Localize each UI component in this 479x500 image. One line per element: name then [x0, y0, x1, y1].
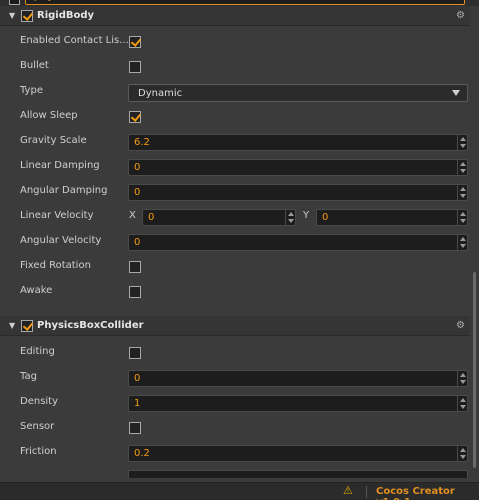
linear-damping-input[interactable]: 0 — [128, 159, 468, 176]
tag-value: 0 — [134, 373, 141, 384]
chevron-down-icon — [452, 90, 460, 96]
angular-velocity-value: 0 — [134, 237, 141, 248]
triangle-down-icon[interactable]: ▼ — [9, 11, 15, 20]
bullet-checkbox[interactable] — [129, 61, 141, 73]
angular-damping-label: Angular Damping — [20, 185, 108, 196]
row-type: Type Dynamic — [0, 80, 470, 105]
friction-stepper[interactable] — [457, 446, 467, 461]
warning-icon[interactable]: ⚠ — [343, 484, 353, 497]
next-field-partial[interactable] — [128, 470, 468, 478]
density-label: Density — [20, 396, 59, 407]
boxcollider-header[interactable]: ▼ PhysicsBoxCollider ⚙ — [0, 316, 470, 336]
node-name-input[interactable]: player — [25, 0, 465, 5]
enabled-contact-label: Enabled Contact Lis... — [20, 35, 129, 46]
enabled-contact-checkbox[interactable] — [129, 36, 141, 48]
density-stepper[interactable] — [457, 396, 467, 411]
editing-checkbox[interactable] — [129, 347, 141, 359]
row-angular-velocity: Angular Velocity 0 — [0, 230, 470, 255]
row-density: Density 1 — [0, 391, 470, 416]
linear-damping-value: 0 — [134, 162, 141, 173]
app-version-label: Cocos Creator v1.9.1 — [376, 486, 455, 500]
rigidbody-title: RigidBody — [37, 10, 95, 21]
linear-damping-stepper[interactable] — [457, 160, 467, 175]
row-sensor: Sensor — [0, 416, 470, 441]
node-active-checkbox[interactable] — [9, 0, 20, 5]
angular-damping-stepper[interactable] — [457, 185, 467, 200]
type-label: Type — [20, 85, 43, 96]
allow-sleep-checkbox[interactable] — [129, 111, 141, 123]
angular-velocity-label: Angular Velocity — [20, 235, 102, 246]
friction-input[interactable]: 0.2 — [128, 445, 468, 462]
fixed-rotation-label: Fixed Rotation — [20, 260, 91, 271]
linear-velocity-x-value: 0 — [148, 212, 155, 223]
row-allow-sleep: Allow Sleep — [0, 105, 470, 130]
linear-velocity-y-value: 0 — [322, 212, 329, 223]
row-fixed-rotation: Fixed Rotation — [0, 255, 470, 280]
density-input[interactable]: 1 — [128, 395, 468, 412]
awake-checkbox[interactable] — [129, 286, 141, 298]
row-friction: Friction 0.2 — [0, 441, 470, 466]
tag-label: Tag — [20, 371, 37, 382]
rigidbody-header[interactable]: ▼ RigidBody ⚙ — [0, 6, 470, 26]
editing-label: Editing — [20, 346, 55, 357]
allow-sleep-label: Allow Sleep — [20, 110, 78, 121]
awake-label: Awake — [20, 285, 53, 296]
node-name-value: player — [34, 0, 62, 2]
gear-icon[interactable]: ⚙ — [456, 320, 465, 331]
linear-velocity-y-input[interactable]: 0 — [316, 209, 468, 226]
gravity-scale-label: Gravity Scale — [20, 135, 87, 146]
fixed-rotation-checkbox[interactable] — [129, 261, 141, 273]
boxcollider-title: PhysicsBoxCollider — [37, 320, 144, 331]
type-select[interactable]: Dynamic — [128, 84, 468, 102]
linear-velocity-y-stepper[interactable] — [457, 210, 467, 225]
angular-velocity-input[interactable]: 0 — [128, 234, 468, 251]
linear-velocity-label: Linear Velocity — [20, 210, 94, 221]
gear-icon[interactable]: ⚙ — [456, 10, 465, 21]
status-bar: ⚠ Cocos Creator v1.9.1 — [0, 482, 479, 500]
row-gravity-scale: Gravity Scale 6.2 — [0, 130, 470, 155]
row-awake: Awake — [0, 280, 470, 305]
tag-input[interactable]: 0 — [128, 370, 468, 387]
bullet-label: Bullet — [20, 60, 49, 71]
row-bullet: Bullet — [0, 55, 470, 80]
linear-velocity-x-stepper[interactable] — [285, 210, 295, 225]
row-linear-damping: Linear Damping 0 — [0, 155, 470, 180]
row-editing: Editing — [0, 341, 470, 366]
linear-velocity-x-input[interactable]: 0 — [142, 209, 296, 226]
density-value: 1 — [134, 398, 141, 409]
row-linear-velocity: Linear Velocity X 0 Y 0 — [0, 205, 470, 230]
friction-label: Friction — [20, 446, 57, 457]
row-angular-damping: Angular Damping 0 — [0, 180, 470, 205]
triangle-down-icon[interactable]: ▼ — [9, 321, 15, 330]
linear-velocity-x-label: X — [129, 210, 136, 221]
angular-damping-value: 0 — [134, 187, 141, 198]
gravity-scale-value: 6.2 — [134, 137, 150, 148]
rigidbody-enabled-checkbox[interactable] — [21, 10, 33, 22]
scrollbar-thumb[interactable] — [473, 272, 476, 468]
gravity-scale-stepper[interactable] — [457, 135, 467, 150]
linear-damping-label: Linear Damping — [20, 160, 100, 171]
tag-stepper[interactable] — [457, 371, 467, 386]
angular-damping-input[interactable]: 0 — [128, 184, 468, 201]
sensor-checkbox[interactable] — [129, 422, 141, 434]
gravity-scale-input[interactable]: 6.2 — [128, 134, 468, 151]
type-value: Dynamic — [138, 88, 183, 99]
row-enabled-contact: Enabled Contact Lis... — [0, 30, 470, 55]
row-tag: Tag 0 — [0, 366, 470, 391]
linear-velocity-y-label: Y — [303, 210, 310, 221]
boxcollider-enabled-checkbox[interactable] — [21, 320, 33, 332]
status-divider — [366, 486, 367, 498]
sensor-label: Sensor — [20, 421, 55, 432]
angular-velocity-stepper[interactable] — [457, 235, 467, 250]
friction-value: 0.2 — [134, 448, 150, 459]
